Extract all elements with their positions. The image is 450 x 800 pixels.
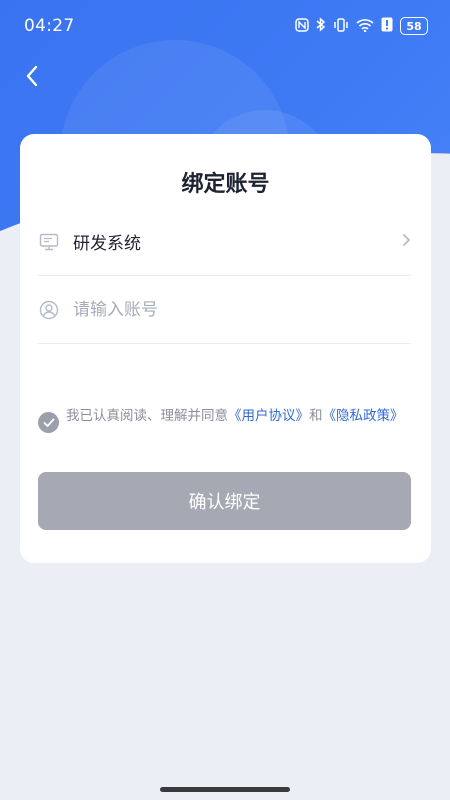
wifi-icon (356, 18, 374, 35)
bluetooth-icon (316, 17, 326, 35)
privacy-policy-link[interactable]: 《隐私政策》 (323, 408, 404, 424)
user-icon (38, 299, 60, 321)
account-row (38, 276, 411, 344)
status-bar: 04:27 58 (0, 0, 450, 52)
check-icon (43, 418, 54, 427)
status-icons: 58 (295, 17, 428, 35)
agreement-text: 我已认真阅读、理解并同意《用户协议》和《隐私政策》 (66, 406, 404, 433)
back-button[interactable] (16, 60, 48, 92)
page-title: 绑定账号 (181, 172, 270, 197)
chevron-left-icon (26, 65, 38, 87)
agreement-prefix: 我已认真阅读、理解并同意 (66, 408, 228, 424)
system-selector[interactable]: 研发系统 (38, 208, 411, 276)
vibrate-icon (333, 17, 349, 35)
user-agreement-link[interactable]: 《用户协议》 (228, 408, 309, 424)
confirm-bind-button[interactable]: 确认绑定 (38, 472, 411, 530)
bind-account-card: 绑定账号 研发系统 我已认真阅读、理解并同意《用户协议》和《隐私政策》 确认绑定 (20, 134, 431, 563)
system-value: 研发系统 (73, 234, 141, 254)
account-input[interactable] (73, 299, 373, 320)
agreement-and: 和 (309, 408, 323, 424)
agreement-row: 我已认真阅读、理解并同意《用户协议》和《隐私政策》 (38, 406, 408, 433)
alert-icon (381, 17, 393, 35)
monitor-icon (38, 231, 60, 253)
nfc-icon (295, 17, 309, 35)
agreement-checkbox[interactable] (38, 412, 59, 433)
battery-icon: 58 (400, 17, 428, 35)
chevron-right-icon (402, 232, 411, 251)
home-indicator[interactable] (160, 787, 290, 792)
status-time: 04:27 (24, 16, 75, 36)
